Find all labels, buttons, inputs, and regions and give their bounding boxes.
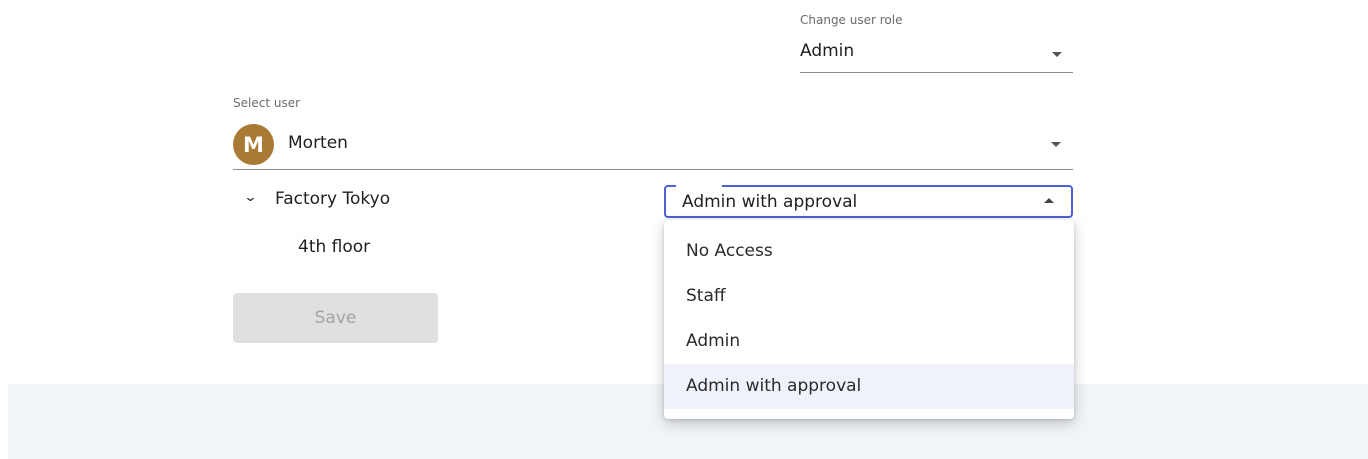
menu-item-no-access[interactable]: No Access bbox=[664, 229, 1074, 274]
select-user-label: Select user bbox=[233, 96, 301, 110]
select-user-select[interactable]: M Morten bbox=[233, 118, 1073, 170]
change-user-role-value: Admin bbox=[800, 41, 855, 61]
access-level-menu: No Access Staff Admin Admin with approva… bbox=[664, 220, 1074, 419]
save-button[interactable]: Save bbox=[233, 293, 438, 343]
tree-item-factory-tokyo: Factory Tokyo bbox=[275, 189, 391, 209]
tree-item-4th-floor: 4th floor bbox=[298, 237, 371, 257]
select-label-notch bbox=[676, 184, 722, 188]
menu-item-staff[interactable]: Staff bbox=[664, 274, 1074, 319]
access-level-select[interactable]: Admin with approval bbox=[664, 185, 1073, 218]
caret-up-icon bbox=[1044, 198, 1054, 203]
caret-down-icon bbox=[1051, 142, 1061, 147]
caret-down-icon bbox=[1052, 52, 1062, 57]
access-level-value: Admin with approval bbox=[682, 192, 858, 212]
menu-item-admin-with-approval[interactable]: Admin with approval bbox=[664, 364, 1074, 409]
selected-user-name: Morten bbox=[288, 133, 348, 153]
chevron-down-icon[interactable]: ⌄ bbox=[243, 190, 257, 205]
change-user-role-label: Change user role bbox=[800, 13, 903, 27]
change-user-role-select[interactable]: Admin bbox=[800, 38, 1073, 73]
menu-item-admin[interactable]: Admin bbox=[664, 319, 1074, 364]
avatar: M bbox=[233, 124, 274, 165]
